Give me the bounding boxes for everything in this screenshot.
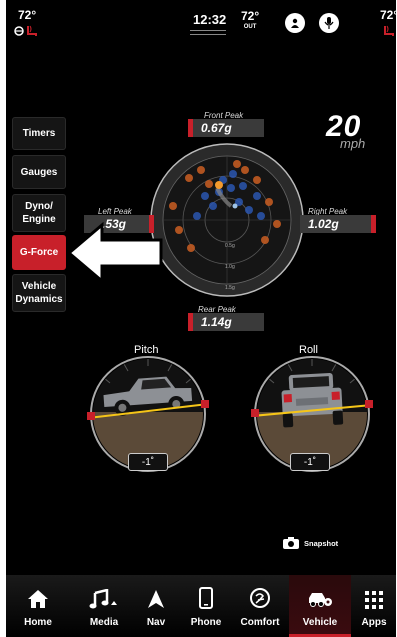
microphone-icon <box>324 17 334 29</box>
snapshot-label: Snapshot <box>304 538 339 548</box>
phone-icon <box>199 587 213 609</box>
nav-comfort-label: Comfort <box>240 617 280 628</box>
screen: 72° 12:32 72° OUT 72° Timers Gauges Dyno… <box>6 0 396 637</box>
left-temp[interactable]: 72° <box>18 8 36 22</box>
nav-media[interactable]: Media <box>78 575 130 637</box>
nav-vehicle[interactable]: Vehicle <box>292 575 348 637</box>
menu-timers[interactable]: Timers <box>12 117 66 150</box>
front-peak-value: 0.67g <box>188 119 264 137</box>
heated-seat-left-icon[interactable] <box>14 24 40 43</box>
roll-value: -1˚ <box>290 453 330 471</box>
menu-g-force[interactable]: G-Force <box>12 235 66 270</box>
outside-temp-value: 72° <box>241 9 260 23</box>
comfort-icon <box>250 588 270 608</box>
nav-phone[interactable]: Phone <box>182 575 230 637</box>
right-peak-value: 1.02g <box>300 215 376 233</box>
pointer-arrow-icon <box>66 222 163 284</box>
nav-comfort[interactable]: Comfort <box>232 575 288 637</box>
apps-grid-icon <box>365 591 383 609</box>
navigation-arrow-icon <box>148 590 164 608</box>
nav-phone-label: Phone <box>190 617 222 628</box>
vehicle-icon <box>309 593 332 607</box>
g-ring-label-0: 0.5g <box>225 243 235 249</box>
profile-button[interactable] <box>285 13 305 33</box>
clock-underline <box>190 30 226 38</box>
nav-apps[interactable]: Apps <box>352 575 396 637</box>
nav-home-label: Home <box>24 617 52 628</box>
camera-icon <box>283 537 299 549</box>
home-icon <box>28 590 48 608</box>
user-icon <box>291 18 299 28</box>
outside-temp: 72° OUT <box>241 9 260 33</box>
rear-peak-value: 1.14g <box>188 313 264 331</box>
nav-nav[interactable]: Nav <box>134 575 178 637</box>
g-ring-label-2: 1.5g <box>225 285 235 291</box>
speed-unit: mph <box>340 136 366 151</box>
nav-apps-label: Apps <box>361 617 387 628</box>
menu-gauges[interactable]: Gauges <box>12 155 66 189</box>
music-note-icon <box>89 589 117 609</box>
nav-nav-label: Nav <box>146 617 166 628</box>
pitch-value: -1˚ <box>128 453 168 471</box>
voice-button[interactable] <box>319 13 339 33</box>
pitch-label: Pitch <box>134 344 159 356</box>
roll-label: Roll <box>299 344 318 356</box>
g-ring-label-1: 1.0g <box>225 264 235 270</box>
menu-dyno-engine[interactable]: Dyno/ Engine <box>12 194 66 232</box>
right-temp[interactable]: 72° <box>380 8 396 22</box>
nav-home[interactable]: Home <box>12 575 64 637</box>
outside-temp-label: OUT <box>243 24 257 30</box>
heated-seat-right-icon[interactable] <box>382 24 396 43</box>
nav-vehicle-label: Vehicle <box>302 617 338 628</box>
snapshot-button[interactable]: Snapshot <box>282 536 338 550</box>
menu-vehicle-dynamics[interactable]: Vehicle Dynamics <box>12 274 66 312</box>
clock: 12:32 <box>193 12 227 27</box>
g-force-meter <box>150 143 304 297</box>
nav-media-label: Media <box>89 617 119 628</box>
